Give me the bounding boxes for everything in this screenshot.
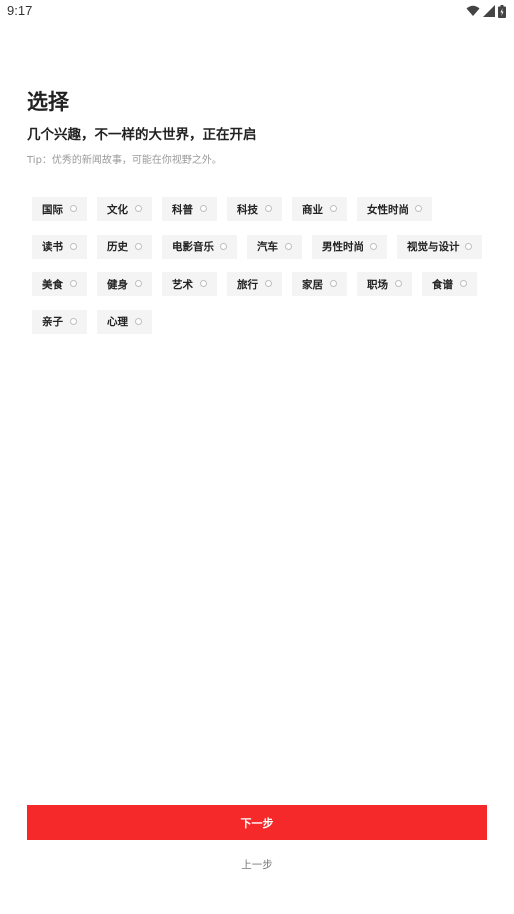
radio-circle-icon [285,242,292,250]
radio-circle-icon [135,280,142,287]
interest-tag-label: 科普 [172,203,193,216]
interest-tag[interactable]: 男性时尚 [312,234,387,259]
interest-tag-label: 国际 [42,203,63,216]
signal-icon [483,5,495,17]
interest-tag[interactable]: 汽车 [247,234,302,259]
interest-tag[interactable]: 商业 [292,197,347,221]
radio-circle-icon [415,205,422,212]
tag-row: 美食 健身 艺术 旅行 家居 职场 食谱 [32,272,492,296]
radio-circle-icon [370,242,377,250]
interest-tag-label: 食谱 [432,278,453,291]
interest-tag-label: 男性时尚 [322,241,364,253]
radio-circle-icon [70,280,77,287]
interest-tag-label: 旅行 [237,278,258,291]
interest-tag-label: 视觉与设计 [407,241,460,253]
radio-circle-icon [220,242,227,250]
interest-tag[interactable]: 旅行 [227,272,282,296]
radio-circle-icon [330,280,337,287]
radio-circle-icon [395,280,402,287]
radio-circle-icon [70,242,77,250]
interest-tag[interactable]: 女性时尚 [357,197,432,221]
interest-tag[interactable]: 亲子 [32,309,87,334]
interest-tag-label: 汽车 [257,241,278,253]
interest-tag[interactable]: 读书 [32,234,87,259]
interest-tag-label: 艺术 [172,278,193,291]
radio-circle-icon [135,205,142,212]
interest-tag-label: 读书 [42,241,63,253]
radio-circle-icon [330,205,337,212]
interest-tag[interactable]: 食谱 [422,272,477,296]
status-time: 9:17 [7,3,33,18]
tag-row: 国际 文化 科普 科技 商业 女性时尚 [32,197,492,221]
page-subtitle: 几个兴趣，不一样的大世界，正在开启 [27,127,257,143]
interest-tag-grid: 国际 文化 科普 科技 商业 女性时尚读书 历史 电影音乐 汽车 男性时尚 视觉与设计美食 健身 艺术 旅… [32,197,492,347]
status-bar: 9:17 [0,0,514,22]
interest-tag[interactable]: 健身 [97,272,152,296]
interest-tag[interactable]: 家居 [292,272,347,296]
radio-circle-icon [460,280,467,287]
radio-circle-icon [465,242,472,250]
interest-tag[interactable]: 电影音乐 [162,234,237,259]
interest-tag[interactable]: 艺术 [162,272,217,296]
interest-tag-label: 职场 [367,278,388,291]
interest-tag-label: 亲子 [42,316,63,328]
radio-circle-icon [200,205,207,212]
radio-circle-icon [265,280,272,287]
interest-tag-label: 健身 [107,278,128,291]
radio-circle-icon [200,280,207,287]
next-step-button[interactable]: 下一步 [27,805,487,840]
interest-tag[interactable]: 科技 [227,197,282,221]
interest-tag[interactable]: 心理 [97,309,152,334]
interest-tag-label: 美食 [42,278,63,291]
interest-tag-label: 科技 [237,203,258,216]
tag-row: 亲子 心理 [32,309,492,334]
interest-tag[interactable]: 文化 [97,197,152,221]
radio-circle-icon [265,205,272,212]
interest-tag-label: 女性时尚 [367,203,409,216]
interest-tag[interactable]: 国际 [32,197,87,221]
radio-circle-icon [135,317,142,325]
interest-tag[interactable]: 美食 [32,272,87,296]
interest-tag-label: 文化 [107,203,128,216]
status-icons [466,4,506,18]
interest-tag[interactable]: 科普 [162,197,217,221]
radio-circle-icon [135,242,142,250]
radio-circle-icon [70,205,77,212]
interest-tag-label: 家居 [302,278,323,291]
tag-row: 读书 历史 电影音乐 汽车 男性时尚 视觉与设计 [32,234,492,259]
radio-circle-icon [70,317,77,325]
interest-tag[interactable]: 视觉与设计 [397,234,482,259]
previous-step-button[interactable]: 上一步 [27,852,487,876]
tip-text: Tip：优秀的新闻故事，可能在你视野之外。 [27,155,222,166]
interest-tag[interactable]: 职场 [357,272,412,296]
battery-icon [498,4,506,18]
interest-tag-label: 心理 [107,316,128,328]
interest-tag-label: 历史 [107,241,128,253]
interest-tag[interactable]: 历史 [97,234,152,259]
interest-tag-label: 商业 [302,203,323,216]
page-title: 选择 [27,90,69,114]
wifi-icon [466,5,480,16]
interest-tag-label: 电影音乐 [172,241,214,253]
